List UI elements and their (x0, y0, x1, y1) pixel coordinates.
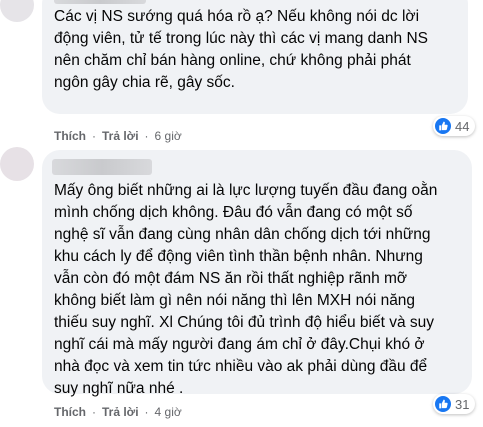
separator: · (144, 129, 149, 143)
reaction-summary[interactable]: 31 (433, 394, 476, 414)
reaction-count: 31 (455, 396, 470, 412)
author-name-redacted[interactable] (52, 159, 152, 175)
avatar[interactable] (0, 147, 34, 181)
reaction-summary[interactable]: 44 (433, 116, 476, 136)
comment-actions: Thích · Trả lời · 4 giờ (54, 405, 182, 419)
author-name-redacted[interactable] (54, 0, 146, 4)
like-icon (435, 396, 451, 412)
comment-timestamp[interactable]: 6 giờ (155, 129, 182, 143)
reaction-count: 44 (455, 118, 470, 134)
separator: · (144, 405, 149, 419)
separator: · (92, 405, 96, 419)
comment-actions: Thích · Trả lời · 6 giờ (54, 129, 182, 143)
comment-text: Mấy ông biết những ai là lực lượng tuyến… (54, 182, 438, 397)
comment-timestamp[interactable]: 4 giờ (155, 405, 182, 419)
like-icon (435, 118, 451, 134)
reply-button[interactable]: Trả lời (102, 129, 139, 143)
reply-button[interactable]: Trả lời (102, 405, 139, 419)
comment-text: Các vị NS sướng quá hóa rồ ạ? Nếu không … (54, 8, 428, 91)
avatar[interactable] (0, 0, 34, 22)
like-button[interactable]: Thích (54, 405, 86, 419)
separator: · (92, 129, 96, 143)
like-button[interactable]: Thích (54, 129, 86, 143)
